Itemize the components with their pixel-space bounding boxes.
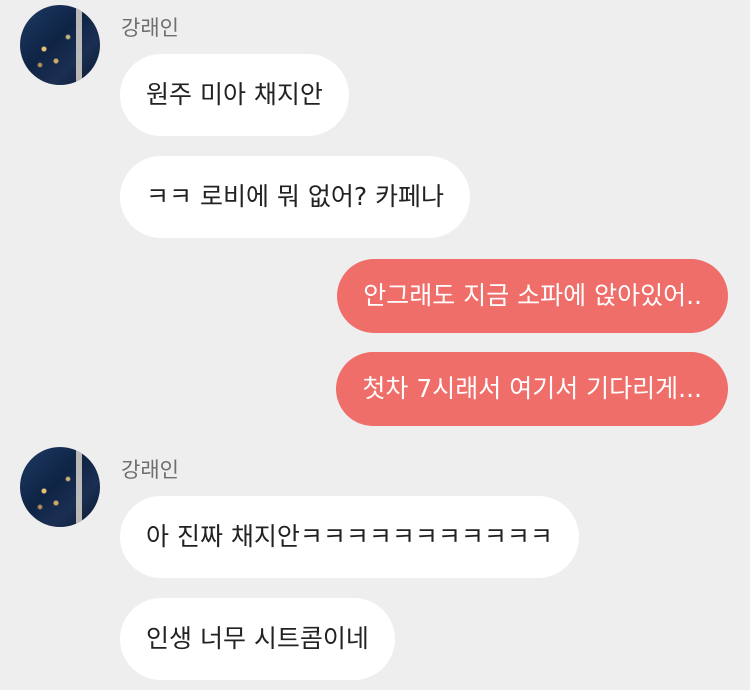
sender-avatar[interactable] <box>20 447 100 527</box>
incoming-message[interactable]: 인생 너무 시트콤이네 <box>120 598 395 680</box>
incoming-message[interactable]: 아 진짜 채지안ㅋㅋㅋㅋㅋㅋㅋㅋㅋㅋㅋ <box>120 496 579 578</box>
sender-name: 강래인 <box>121 16 179 40</box>
sender-avatar[interactable] <box>20 5 100 85</box>
outgoing-message[interactable]: 안그래도 지금 소파에 앉아있어.. <box>337 259 728 333</box>
incoming-message[interactable]: 원주 미아 채지안 <box>120 54 349 136</box>
incoming-message[interactable]: ㅋㅋ 로비에 뭐 없어? 카페나 <box>120 156 471 238</box>
sender-name: 강래인 <box>121 458 179 482</box>
outgoing-message[interactable]: 첫차 7시래서 여기서 기다리게... <box>336 352 728 426</box>
